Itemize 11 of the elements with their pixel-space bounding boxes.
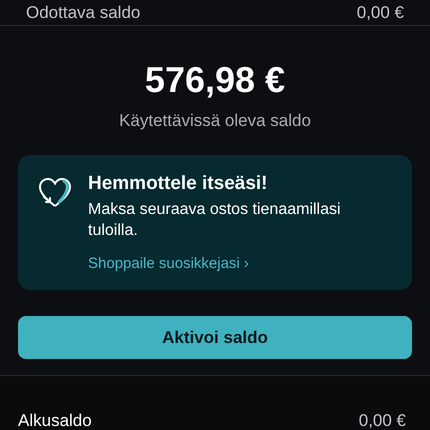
row-label: Odottava saldo: [26, 2, 140, 24]
promo-title: Hemmottele itseäsi!: [88, 173, 269, 196]
heart-icon: [38, 177, 72, 210]
activate-button[interactable]: Aktivoi saldo: [18, 316, 412, 360]
promo-text: Maksa seuraava ostos tienaamillasi tuloilla.: [88, 200, 342, 241]
shop-link[interactable]: Shoppaile suosikkejasi ›: [88, 253, 249, 276]
balance-caption: Käytettävissä oleva saldo: [118, 110, 312, 132]
balance-amount: 576,98 €: [144, 60, 286, 100]
row-value: 0,00 €: [356, 2, 404, 24]
row-label: Alkusaldo: [18, 410, 92, 430]
row-value: 0,00 €: [358, 410, 406, 430]
